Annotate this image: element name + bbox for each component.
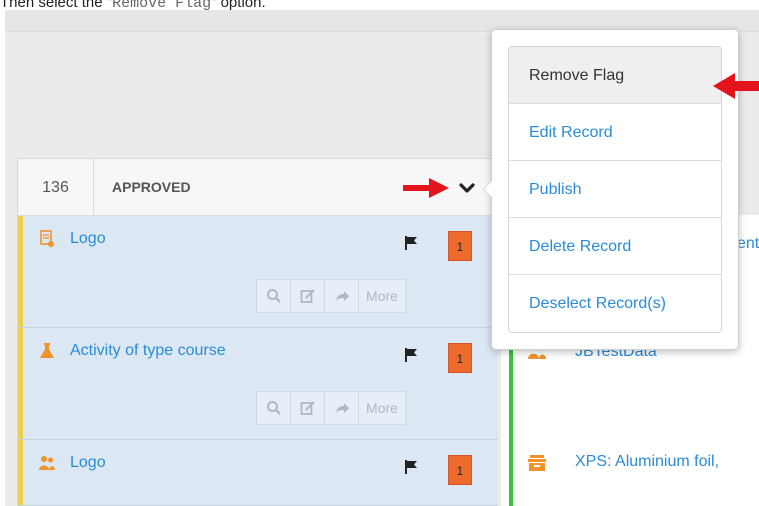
share-button[interactable] xyxy=(325,392,359,424)
menu-item-delete-record[interactable]: Delete Record xyxy=(509,218,721,275)
product-box-icon xyxy=(528,455,546,471)
status-title: APPROVED xyxy=(112,179,191,195)
search-icon xyxy=(266,289,281,303)
record-actions: More xyxy=(256,279,406,313)
edit-icon xyxy=(300,289,315,303)
menu-item-deselect-records[interactable]: Deselect Record(s) xyxy=(509,275,721,332)
share-button[interactable] xyxy=(325,280,359,312)
users-icon xyxy=(39,456,55,470)
row-status-bar xyxy=(18,216,23,327)
record-row[interactable]: Activity of type course 1 More xyxy=(18,328,498,440)
flag-count-badge: 1 xyxy=(448,231,472,261)
menu-item-remove-flag[interactable]: Remove Flag xyxy=(509,47,721,104)
record-title[interactable]: Activity of type course xyxy=(70,342,226,360)
view-button[interactable] xyxy=(257,392,291,424)
document-icon xyxy=(40,230,54,247)
status-column-approved: 136 APPROVED Logo 1 More Activity of typ… xyxy=(17,158,498,506)
record-actions: More xyxy=(256,391,406,425)
view-button[interactable] xyxy=(257,280,291,312)
row-status-bar xyxy=(18,440,23,505)
record-title[interactable]: XPS: Aluminium foil, xyxy=(575,453,719,471)
flag-icon[interactable] xyxy=(404,460,418,474)
share-arrow-icon xyxy=(335,291,349,301)
record-title[interactable]: ent xyxy=(737,235,759,253)
flag-icon[interactable] xyxy=(404,348,418,362)
record-title[interactable]: Logo xyxy=(70,454,106,472)
share-arrow-icon xyxy=(335,403,349,413)
row-status-bar xyxy=(509,439,513,506)
record-row[interactable]: Logo 1 xyxy=(18,440,498,506)
annotation-arrow-right-icon xyxy=(403,178,449,198)
search-icon xyxy=(266,401,281,415)
menu-item-edit-record[interactable]: Edit Record xyxy=(509,104,721,161)
record-count: 136 xyxy=(18,159,94,216)
edit-button[interactable] xyxy=(291,392,325,424)
annotation-arrow-left-icon xyxy=(713,73,759,99)
flag-count-badge: 1 xyxy=(448,343,472,373)
flask-icon xyxy=(40,343,54,358)
flag-count-badge: 1 xyxy=(448,455,472,485)
edit-button[interactable] xyxy=(291,280,325,312)
row-status-bar xyxy=(18,328,23,439)
record-row[interactable]: Logo 1 More xyxy=(18,216,498,328)
edit-icon xyxy=(300,401,315,415)
record-row[interactable]: XPS: Aluminium foil, xyxy=(501,439,759,506)
popover-caret xyxy=(483,180,492,198)
instruction-caption: Then select the "Remove Flag" option. xyxy=(0,0,266,12)
record-actions-menu: Remove Flag Edit Record Publish Delete R… xyxy=(483,29,739,350)
more-button[interactable]: More xyxy=(359,280,405,312)
flag-icon[interactable] xyxy=(404,236,418,250)
menu-list: Remove Flag Edit Record Publish Delete R… xyxy=(508,46,722,333)
status-column-header: 136 APPROVED xyxy=(18,159,498,216)
chevron-down-icon[interactable] xyxy=(458,179,476,197)
more-button[interactable]: More xyxy=(359,392,405,424)
menu-item-publish[interactable]: Publish xyxy=(509,161,721,218)
record-title[interactable]: Logo xyxy=(70,230,106,248)
